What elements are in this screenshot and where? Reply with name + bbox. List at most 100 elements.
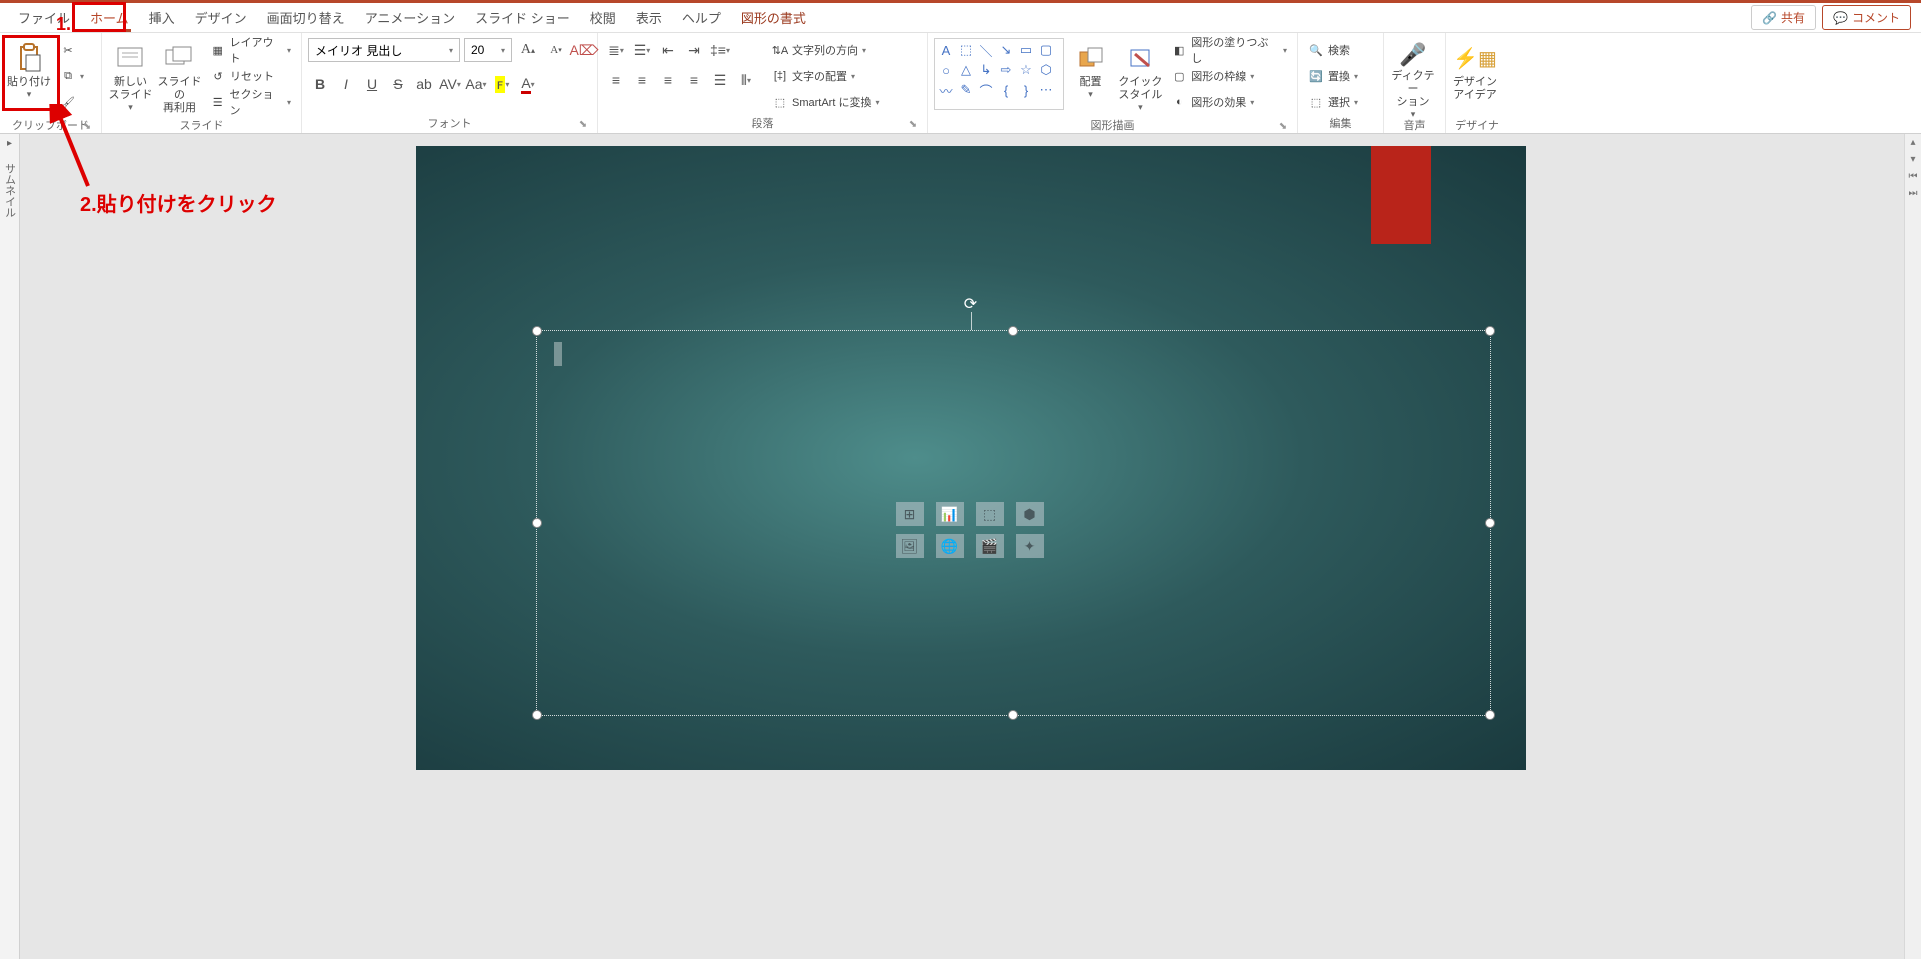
italic-button[interactable]: I [334,72,358,96]
tab-design[interactable]: デザイン [185,4,257,31]
slide-canvas[interactable]: ⟳ ⊞ 📊 ⬚ ⬢ 🖼 🌐 🎬 ✦ [20,134,1921,959]
section-button[interactable]: ☰セクション▾ [206,90,295,114]
insert-online-picture-icon[interactable]: 🌐 [936,534,964,558]
font-name-combo[interactable]: メイリオ 見出し▾ [308,38,460,62]
resize-handle-br[interactable] [1485,710,1495,720]
shapes-gallery[interactable]: A ⬚ ＼ ↘ ▭ ▢ ○ △ ↳ ⇨ ☆ ⬡ 〰 ✎ ⌒ { } ⋯ [934,38,1064,110]
tab-transitions[interactable]: 画面切り替え [257,4,355,31]
resize-handle-tc[interactable] [1008,326,1018,336]
convert-smartart-button[interactable]: ⬚SmartArt に変換▾ [768,90,883,114]
prev-slide-button[interactable]: ⏮ [1905,168,1921,185]
insert-3d-icon[interactable]: ⬢ [1016,502,1044,526]
clear-formatting-button[interactable]: A⌦ [572,38,596,62]
reuse-slides-button[interactable]: スライドの 再利用 [157,38,202,116]
replace-button[interactable]: 🔄置換▾ [1304,64,1362,88]
shape-curve-icon[interactable]: 〰 [937,81,955,99]
copy-button[interactable]: ⧉▾ [56,64,88,88]
resize-handle-bl[interactable] [532,710,542,720]
tab-view[interactable]: 表示 [626,4,672,31]
increase-indent-button[interactable]: ⇥ [682,38,706,62]
distribute-button[interactable]: ☰ [708,68,732,92]
shape-brace-l-icon[interactable]: { [997,81,1015,99]
char-spacing-button[interactable]: AV▾ [438,72,462,96]
insert-smartart-icon[interactable]: ⬚ [976,502,1004,526]
tab-slideshow[interactable]: スライド ショー [465,4,580,31]
increase-font-button[interactable]: A▴ [516,38,540,62]
shape-oval-icon[interactable]: ○ [937,61,955,79]
layout-button[interactable]: ▦レイアウト▾ [206,38,295,62]
columns-button[interactable]: ⫴▾ [734,68,758,92]
design-ideas-button[interactable]: ⚡▦ デザイン アイデア [1452,38,1498,116]
insert-chart-icon[interactable]: 📊 [936,502,964,526]
resize-handle-mr[interactable] [1485,518,1495,528]
resize-handle-tl[interactable] [532,326,542,336]
justify-button[interactable]: ≡ [682,68,706,92]
numbering-button[interactable]: ☰▾ [630,38,654,62]
line-spacing-button[interactable]: ‡≡▾ [708,38,732,62]
quick-styles-button[interactable]: クイック スタイル ▾ [1117,38,1163,116]
shape-outline-button[interactable]: ▢図形の枠線▾ [1167,64,1291,88]
insert-picture-icon[interactable]: 🖼 [896,534,924,558]
shape-textbox-icon[interactable]: A [937,41,955,59]
decrease-font-button[interactable]: A▾ [544,38,568,62]
insert-video-icon[interactable]: 🎬 [976,534,1004,558]
rotate-handle[interactable]: ⟳ [964,294,977,314]
share-button[interactable]: 🔗共有 [1751,5,1816,30]
insert-icon-icon[interactable]: ✦ [1016,534,1044,558]
shape-hex-icon[interactable]: ⬡ [1037,61,1055,79]
new-slide-button[interactable]: 新しい スライド ▾ [108,38,153,116]
align-right-button[interactable]: ≡ [656,68,680,92]
text-direction-button[interactable]: ⇅A文字列の方向▾ [768,38,883,62]
slide[interactable]: ⟳ ⊞ 📊 ⬚ ⬢ 🖼 🌐 🎬 ✦ [416,146,1526,770]
shape-connector-icon[interactable]: ↳ [977,61,995,79]
resize-handle-tr[interactable] [1485,326,1495,336]
change-case-button[interactable]: Aa▾ [464,72,488,96]
shape-roundrect-icon[interactable]: ▢ [1037,41,1055,59]
align-center-button[interactable]: ≡ [630,68,654,92]
bold-button[interactable]: B [308,72,332,96]
find-button[interactable]: 🔍検索 [1304,38,1362,62]
arrange-button[interactable]: 配置 ▾ [1068,38,1114,116]
decrease-indent-button[interactable]: ⇤ [656,38,680,62]
dialog-launcher-icon[interactable]: ⬊ [1277,121,1289,133]
font-color-button[interactable]: A▾ [516,72,540,96]
reset-button[interactable]: ↺リセット [206,64,295,88]
shape-effects-button[interactable]: ◐図形の効果▾ [1167,90,1291,114]
dialog-launcher-icon[interactable]: ⬊ [907,119,919,131]
underline-button[interactable]: U [360,72,384,96]
shape-brace-r-icon[interactable]: } [1017,81,1035,99]
bullets-button[interactable]: ≣▾ [604,38,628,62]
shape-more-icon[interactable]: ⋯ [1037,81,1055,99]
vertical-scrollbar[interactable]: ▴ ▾ ⏮ ⏭ [1904,134,1921,959]
insert-table-icon[interactable]: ⊞ [896,502,924,526]
tab-review[interactable]: 校閲 [580,4,626,31]
highlight-button[interactable]: ꜰ▾ [490,72,514,96]
expand-thumbnails-button[interactable]: ▸ [7,134,12,153]
tab-insert[interactable]: 挿入 [139,4,185,31]
scroll-up-button[interactable]: ▴ [1905,134,1921,151]
shape-triangle-icon[interactable]: △ [957,61,975,79]
format-painter-button[interactable]: 🖌 [56,90,88,114]
next-slide-button[interactable]: ⏭ [1905,185,1921,202]
select-button[interactable]: ⬚選択▾ [1304,90,1362,114]
shape-vtextbox-icon[interactable]: ⬚ [957,41,975,59]
tab-animations[interactable]: アニメーション [355,4,465,31]
comment-button[interactable]: 💬コメント [1822,5,1911,30]
shape-fill-button[interactable]: ◧図形の塗りつぶし▾ [1167,38,1291,62]
resize-handle-ml[interactable] [532,518,542,528]
shape-arrow-icon[interactable]: ↘ [997,41,1015,59]
scroll-down-button[interactable]: ▾ [1905,151,1921,168]
dialog-launcher-icon[interactable]: ⬊ [81,121,93,133]
align-left-button[interactable]: ≡ [604,68,628,92]
resize-handle-bc[interactable] [1008,710,1018,720]
cut-button[interactable]: ✂ [56,38,88,62]
shape-line-icon[interactable]: ＼ [977,41,995,59]
align-text-button[interactable]: [‡]文字の配置▾ [768,64,883,88]
shape-rect-icon[interactable]: ▭ [1017,41,1035,59]
shadow-button[interactable]: ab [412,72,436,96]
dialog-launcher-icon[interactable]: ⬊ [577,119,589,131]
tab-help[interactable]: ヘルプ [672,4,731,31]
shape-arrow2-icon[interactable]: ⇨ [997,61,1015,79]
shape-arc-icon[interactable]: ⌒ [977,81,995,99]
dictate-button[interactable]: 🎤 ディクテー ション ▾ [1390,38,1436,116]
